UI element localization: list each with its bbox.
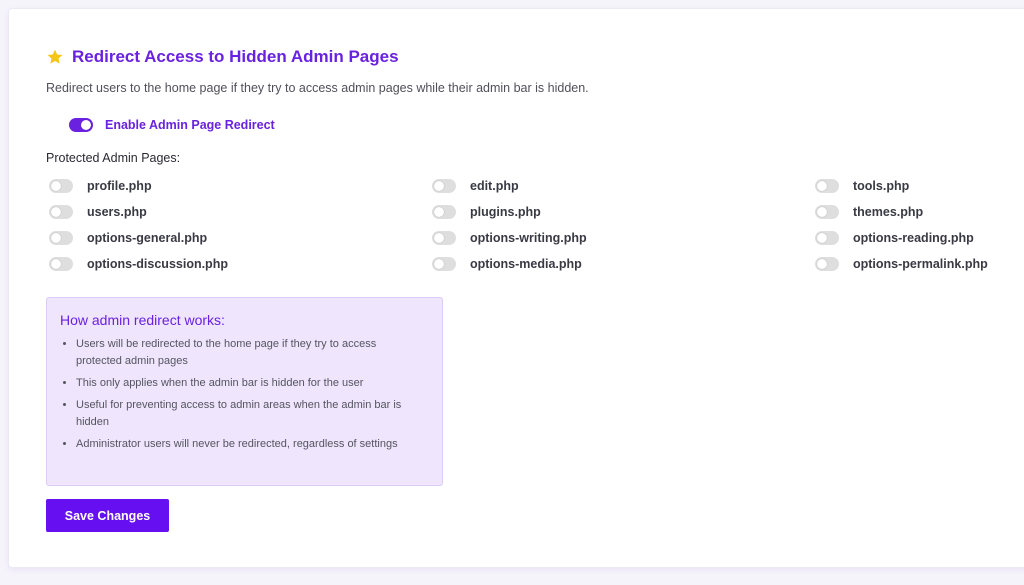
toggle-knob — [51, 181, 61, 191]
enable-redirect-toggle-row[interactable]: Enable Admin Page Redirect — [69, 118, 275, 132]
page-label[interactable]: edit.php — [470, 179, 519, 193]
page-label[interactable]: options-general.php — [87, 231, 207, 245]
page-toggle[interactable] — [432, 179, 456, 193]
page-label[interactable]: options-reading.php — [853, 231, 974, 245]
page-label[interactable]: profile.php — [87, 179, 152, 193]
star-icon — [47, 49, 63, 64]
info-item: Useful for preventing access to admin ar… — [76, 397, 428, 431]
save-changes-button[interactable]: Save Changes — [46, 499, 169, 532]
info-item: Users will be redirected to the home pag… — [76, 336, 428, 370]
page-label[interactable]: users.php — [87, 205, 147, 219]
toggle-knob — [817, 259, 827, 269]
page-toggle-row[interactable]: plugins.php — [432, 203, 815, 221]
info-title: How admin redirect works: — [60, 312, 225, 328]
protected-pages-grid: profile.php edit.php tools.php users.php… — [49, 177, 1024, 273]
info-item: Administrator users will never be redire… — [76, 436, 428, 453]
page-toggle-row[interactable]: users.php — [49, 203, 432, 221]
page-toggle[interactable] — [49, 257, 73, 271]
enable-redirect-label[interactable]: Enable Admin Page Redirect — [105, 118, 275, 132]
toggle-knob — [51, 233, 61, 243]
page-toggle[interactable] — [49, 205, 73, 219]
page-toggle[interactable] — [815, 231, 839, 245]
page-toggle-row[interactable]: options-permalink.php — [815, 255, 1024, 273]
protected-pages-label: Protected Admin Pages: — [46, 151, 181, 165]
page-toggle-row[interactable]: themes.php — [815, 203, 1024, 221]
toggle-knob — [51, 207, 61, 217]
page-toggle[interactable] — [432, 257, 456, 271]
toggle-knob — [434, 181, 444, 191]
info-list: Users will be redirected to the home pag… — [60, 336, 428, 453]
page-toggle-row[interactable]: profile.php — [49, 177, 432, 195]
toggle-knob — [817, 181, 827, 191]
enable-redirect-toggle[interactable] — [69, 118, 93, 132]
toggle-knob — [434, 259, 444, 269]
page-toggle-row[interactable]: options-general.php — [49, 229, 432, 247]
page-toggle[interactable] — [815, 205, 839, 219]
section-header: Redirect Access to Hidden Admin Pages — [46, 47, 399, 67]
page-toggle[interactable] — [432, 231, 456, 245]
page-toggle-row[interactable]: options-writing.php — [432, 229, 815, 247]
settings-card: Redirect Access to Hidden Admin Pages Re… — [8, 8, 1024, 568]
toggle-knob — [817, 207, 827, 217]
page-label[interactable]: themes.php — [853, 205, 923, 219]
page-label[interactable]: tools.php — [853, 179, 909, 193]
page-toggle-row[interactable]: tools.php — [815, 177, 1024, 195]
page-toggle-row[interactable]: options-reading.php — [815, 229, 1024, 247]
page-toggle[interactable] — [815, 179, 839, 193]
page-label[interactable]: plugins.php — [470, 205, 541, 219]
page-toggle-row[interactable]: edit.php — [432, 177, 815, 195]
section-title: Redirect Access to Hidden Admin Pages — [72, 47, 399, 66]
page-toggle-row[interactable]: options-media.php — [432, 255, 815, 273]
info-box: How admin redirect works: Users will be … — [46, 297, 443, 486]
page-label[interactable]: options-discussion.php — [87, 257, 228, 271]
section-description: Redirect users to the home page if they … — [46, 81, 589, 95]
toggle-knob — [434, 207, 444, 217]
toggle-knob — [51, 259, 61, 269]
page-toggle[interactable] — [49, 179, 73, 193]
page-toggle[interactable] — [49, 231, 73, 245]
page-toggle-row[interactable]: options-discussion.php — [49, 255, 432, 273]
page-label[interactable]: options-media.php — [470, 257, 582, 271]
toggle-knob — [817, 233, 827, 243]
page-label[interactable]: options-writing.php — [470, 231, 587, 245]
info-item: This only applies when the admin bar is … — [76, 375, 428, 392]
toggle-knob — [434, 233, 444, 243]
toggle-knob — [81, 120, 91, 130]
page-label[interactable]: options-permalink.php — [853, 257, 988, 271]
page-toggle[interactable] — [815, 257, 839, 271]
page-toggle[interactable] — [432, 205, 456, 219]
